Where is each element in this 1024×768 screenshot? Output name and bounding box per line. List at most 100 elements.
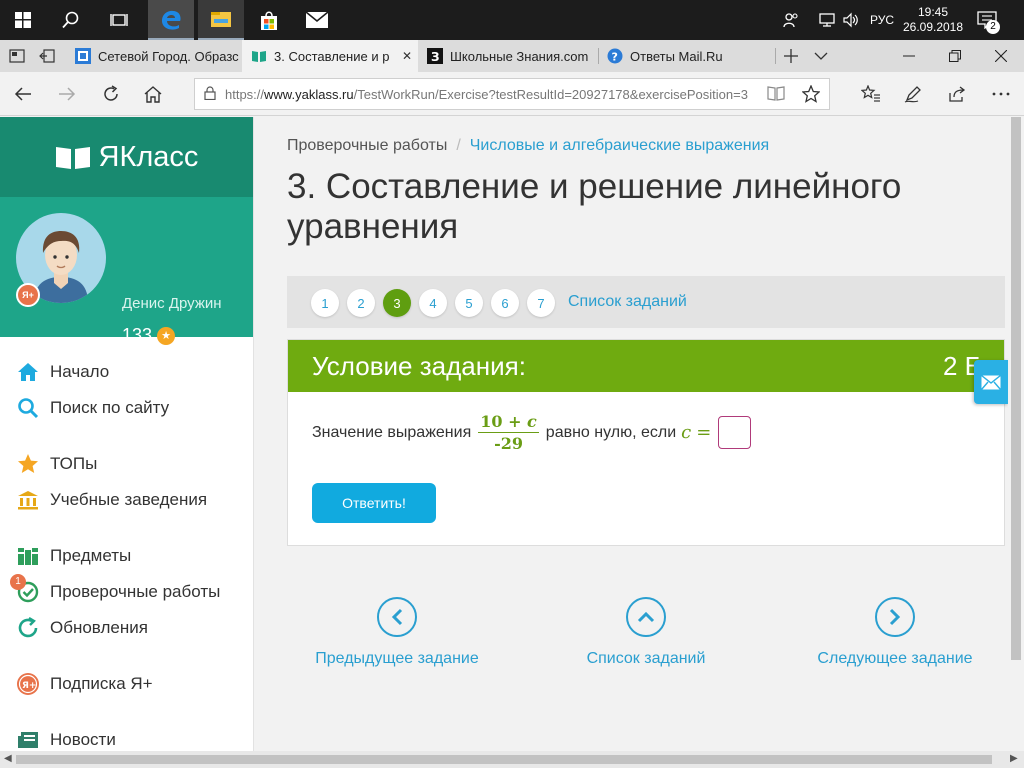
browser-tab-strip: Сетевой Город. Образс 3. Составление и р… xyxy=(0,40,1024,72)
url-input[interactable]: https://www.yaklass.ru/TestWorkRun/Exerc… xyxy=(194,78,830,110)
sidebar-item-home[interactable]: Начало xyxy=(16,357,109,387)
tab-label: Сетевой Город. Образс xyxy=(98,48,239,64)
close-window-icon[interactable] xyxy=(978,40,1024,72)
tab-shkolnye-znaniya[interactable]: З Школьные Знания.com xyxy=(418,40,598,72)
sidebar-item-tops[interactable]: ТОПы xyxy=(16,449,97,479)
page-button-4[interactable]: 4 xyxy=(419,289,447,317)
pen-notes-icon[interactable] xyxy=(892,72,934,116)
setevoy-gorod-favicon xyxy=(75,48,91,64)
envelope-icon xyxy=(981,374,1001,390)
refresh-icon[interactable] xyxy=(90,72,132,116)
close-tab-icon[interactable]: ✕ xyxy=(402,49,412,63)
action-center-icon[interactable] xyxy=(972,0,1002,40)
tab-otvety-mail[interactable]: ? Ответы Mail.Ru xyxy=(598,40,774,72)
fraction-denominator: -29 xyxy=(494,434,523,453)
minimize-window-icon[interactable] xyxy=(886,40,932,72)
page-button-6[interactable]: 6 xyxy=(491,289,519,317)
horizontal-scrollbar-thumb[interactable] xyxy=(16,755,992,764)
sidebar-item-institutions[interactable]: Учебные заведения xyxy=(16,485,207,515)
file-explorer-icon[interactable] xyxy=(198,0,244,40)
sidebar-item-updates[interactable]: Обновления xyxy=(16,613,148,643)
lock-icon xyxy=(195,85,225,103)
scroll-left-arrow-icon[interactable]: ◀ xyxy=(4,753,12,764)
network-icon[interactable] xyxy=(816,0,838,40)
task-header: Условие задания: 2 Б. xyxy=(288,340,1004,392)
url-host: www.yaklass.ru xyxy=(264,86,354,102)
sidebar-item-label: Проверочные работы xyxy=(50,582,221,601)
more-options-icon[interactable] xyxy=(980,72,1022,116)
page-button-7[interactable]: 7 xyxy=(527,289,555,317)
share-icon[interactable] xyxy=(936,72,978,116)
points-value: 133 xyxy=(122,325,153,345)
tab-list-chevron-down-icon[interactable] xyxy=(806,40,836,72)
back-arrow-icon[interactable] xyxy=(2,72,44,116)
chevron-up-icon xyxy=(626,597,666,637)
sidebar-item-label: Поиск по сайту xyxy=(50,398,170,417)
search-icon[interactable] xyxy=(48,0,94,40)
sidebar-item-subscription[interactable]: Я+ Подписка Я+ xyxy=(16,669,153,699)
tab-yaklass-active[interactable]: 3. Составление и р ✕ xyxy=(242,40,418,72)
forward-arrow-icon[interactable] xyxy=(46,72,88,116)
sidebar-item-label: Новости xyxy=(50,730,116,749)
task-list-link[interactable]: Список заданий xyxy=(568,293,687,311)
clock-date: 26.09.2018 xyxy=(902,20,964,34)
vertical-scrollbar-thumb[interactable] xyxy=(1011,117,1021,660)
set-aside-tabs-icon[interactable] xyxy=(32,40,62,72)
task-header-title: Условие задания: xyxy=(312,351,526,381)
sidebar: ЯКласс Я+ Денис Дружин 133 ★ Мой профиль xyxy=(0,117,254,768)
page-button-3-active[interactable]: 3 xyxy=(383,289,411,317)
submit-answer-button[interactable]: Ответить! xyxy=(312,483,436,523)
tab-setevoy-gorod[interactable]: Сетевой Город. Образс xyxy=(66,40,242,72)
sidebar-item-subjects[interactable]: Предметы xyxy=(16,541,131,571)
next-task-link[interactable]: Следующее задание xyxy=(800,597,990,668)
edge-icon[interactable] xyxy=(148,0,194,40)
favorite-star-icon[interactable] xyxy=(790,72,832,116)
answer-input[interactable] xyxy=(718,416,752,449)
tab-preview-icon[interactable] xyxy=(2,40,32,72)
mail-icon[interactable] xyxy=(294,0,340,40)
previous-task-link[interactable]: Предыдущее задание xyxy=(302,597,492,668)
equals-sign: = xyxy=(696,422,712,443)
reading-view-icon[interactable] xyxy=(767,85,785,104)
sidebar-item-label: Предметы xyxy=(50,546,132,565)
search-icon xyxy=(16,396,40,420)
statement-text-after: равно нулю, если xyxy=(545,423,677,441)
scroll-right-arrow-icon[interactable]: ▶ xyxy=(1010,753,1018,764)
new-tab-icon[interactable] xyxy=(776,40,806,72)
my-profile-link[interactable]: Мой профиль xyxy=(122,357,243,374)
next-task-label: Следующее задание xyxy=(817,650,973,667)
clock[interactable]: 19:45 26.09.2018 xyxy=(902,0,964,40)
feedback-mail-button[interactable] xyxy=(974,360,1008,404)
task-view-icon[interactable] xyxy=(96,0,142,40)
breadcrumb-root[interactable]: Проверочные работы xyxy=(287,137,447,154)
breadcrumb-separator: / xyxy=(456,137,461,154)
windows-start-icon[interactable] xyxy=(0,0,46,40)
sidebar-item-search[interactable]: Поиск по сайту xyxy=(16,393,169,423)
home-icon[interactable] xyxy=(132,72,174,116)
svg-text:?: ? xyxy=(612,51,618,64)
main-content: Проверочные работы / Числовые и алгебраиче… xyxy=(254,117,1008,751)
store-icon[interactable] xyxy=(246,0,292,40)
favorites-hub-icon[interactable] xyxy=(850,72,892,116)
page-button-5[interactable]: 5 xyxy=(455,289,483,317)
people-icon[interactable] xyxy=(780,0,802,40)
restore-window-icon[interactable] xyxy=(932,40,978,72)
logo-text: ЯКласс xyxy=(98,140,199,173)
page-button-1[interactable]: 1 xyxy=(311,289,339,317)
volume-icon[interactable] xyxy=(840,0,862,40)
url-scheme: https:// xyxy=(225,86,265,102)
sidebar-item-label: Подписка Я+ xyxy=(50,674,153,693)
home-icon xyxy=(16,360,40,384)
url-text: https://www.yaklass.ru/TestWorkRun/Exerc… xyxy=(225,87,755,102)
task-statement: Значение выражения 10 + c -29 равно нулю… xyxy=(312,412,752,453)
sidebar-item-tests[interactable]: 1 Проверочные работы xyxy=(10,574,221,607)
yaklass-logo[interactable]: ЯКласс xyxy=(0,117,253,197)
page-button-2[interactable]: 2 xyxy=(347,289,375,317)
user-name[interactable]: Денис Дружин xyxy=(122,295,222,312)
task-list-bottom-link[interactable]: Список заданий xyxy=(551,597,741,668)
language-indicator[interactable]: РУС xyxy=(868,0,896,40)
sidebar-item-label: Начало xyxy=(50,362,110,381)
numerator-constant: 10 + xyxy=(480,412,528,431)
breadcrumb-current[interactable]: Числовые и алгебраические выражения xyxy=(470,137,769,154)
exercise-pager: 1 2 3 4 5 6 7 Список заданий xyxy=(287,276,1005,328)
